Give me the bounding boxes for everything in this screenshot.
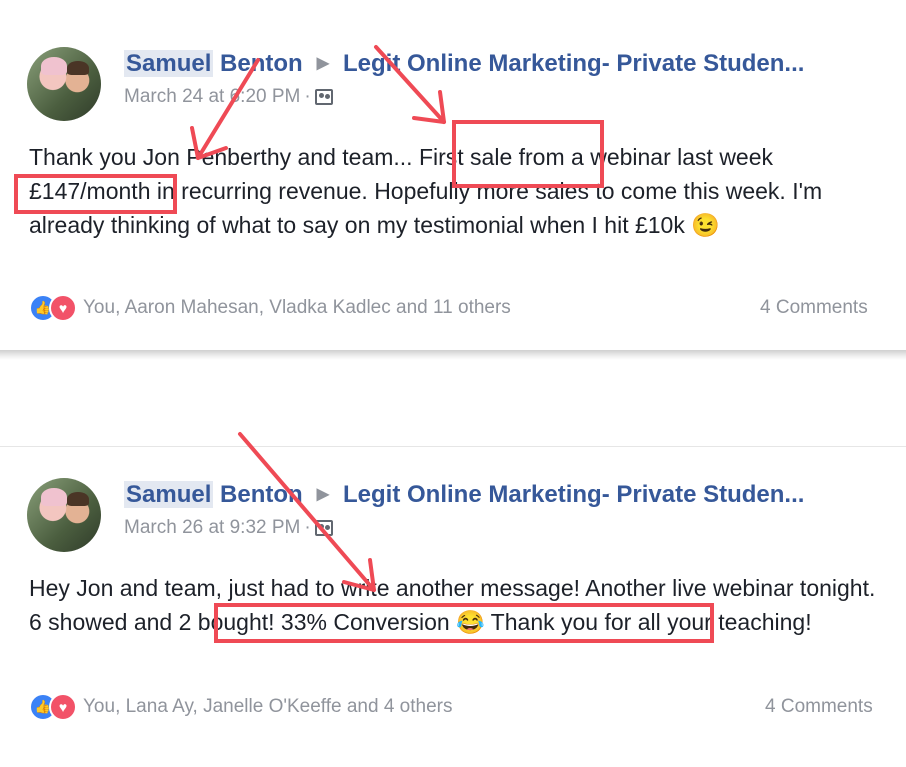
annotation-arrows: [190, 45, 446, 592]
arrow: [196, 58, 260, 160]
arrow: [238, 432, 376, 592]
arrow: [374, 45, 446, 124]
